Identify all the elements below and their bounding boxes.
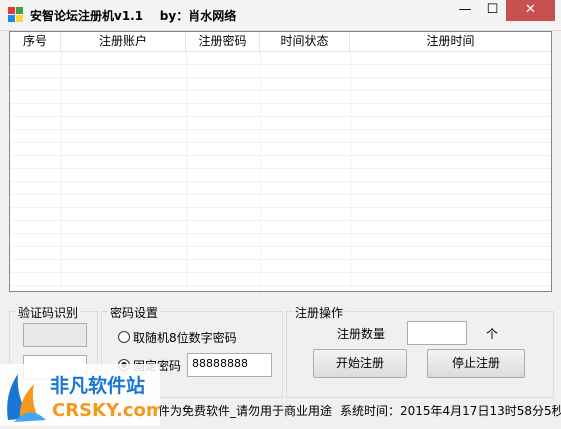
grid-row-line	[10, 103, 551, 104]
grid-row-line	[10, 116, 551, 117]
grid-row-line	[10, 155, 551, 156]
column-header-register-time[interactable]: 注册时间	[350, 32, 551, 51]
register-count-label: 注册数量	[337, 327, 386, 341]
captcha-image-box	[23, 323, 87, 347]
random-password-label[interactable]: 取随机8位数字密码	[133, 329, 237, 346]
window-title: 安智论坛注册机v1.1 by：肖水网络	[30, 9, 237, 23]
column-header-index[interactable]: 序号	[10, 32, 61, 51]
logo-name-text: 非凡软件站	[50, 374, 145, 397]
grid-row-line	[10, 142, 551, 143]
start-register-button[interactable]: 开始注册	[313, 349, 407, 378]
grid-row-line	[10, 272, 551, 273]
random-password-radio[interactable]	[118, 331, 130, 343]
grid-column-line	[61, 51, 62, 291]
grid-row-line	[10, 220, 551, 221]
crsky-logo-icon: 非凡软件站 CRSKY.com	[0, 364, 165, 426]
register-count-input[interactable]	[407, 321, 467, 345]
grid-row-line	[10, 233, 551, 234]
grid-row-line	[10, 64, 551, 65]
register-count-unit: 个	[486, 327, 499, 341]
captcha-group-title: 验证码识别	[16, 304, 81, 321]
column-header-time-status[interactable]: 时间状态	[260, 32, 350, 51]
grid-row-line	[10, 168, 551, 169]
grid-row-line	[10, 181, 551, 182]
system-time: 系统时间：2015年4月17日13时58分5秒	[340, 404, 561, 418]
app-icon	[8, 7, 24, 23]
column-header-account[interactable]: 注册账户	[61, 32, 186, 51]
grid-row-line	[10, 246, 551, 247]
list-header: 序号 注册账户 注册密码 时间状态 注册时间	[10, 32, 551, 52]
grid-column-line	[186, 51, 187, 291]
minimize-button[interactable]: —	[451, 0, 479, 21]
grid-row-line	[10, 194, 551, 195]
grid-row-line	[10, 90, 551, 91]
column-header-password[interactable]: 注册密码	[186, 32, 260, 51]
close-button[interactable]: ✕	[506, 0, 555, 21]
crsky-logo: 非凡软件站 CRSKY.com	[0, 364, 165, 426]
grid-row-line	[10, 129, 551, 130]
fixed-password-input[interactable]: 88888888	[187, 353, 272, 377]
grid-row-line	[10, 77, 551, 78]
registration-list[interactable]: 序号 注册账户 注册密码 时间状态 注册时间	[9, 31, 552, 292]
status-notice: 件为免费软件_请勿用于商业用途	[158, 404, 333, 418]
logo-url-text: CRSKY.com	[52, 400, 160, 421]
register-group-title: 注册操作	[293, 304, 346, 321]
grid-column-line	[260, 51, 261, 291]
password-group-title: 密码设置	[108, 304, 161, 321]
grid-row-line	[10, 285, 551, 286]
stop-register-button[interactable]: 停止注册	[427, 349, 525, 378]
grid-column-line	[350, 51, 351, 291]
title-bar: 安智论坛注册机v1.1 by：肖水网络 — ☐ ✕	[0, 0, 561, 31]
grid-row-line	[10, 259, 551, 260]
maximize-button[interactable]: ☐	[479, 0, 506, 21]
grid-row-line	[10, 207, 551, 208]
